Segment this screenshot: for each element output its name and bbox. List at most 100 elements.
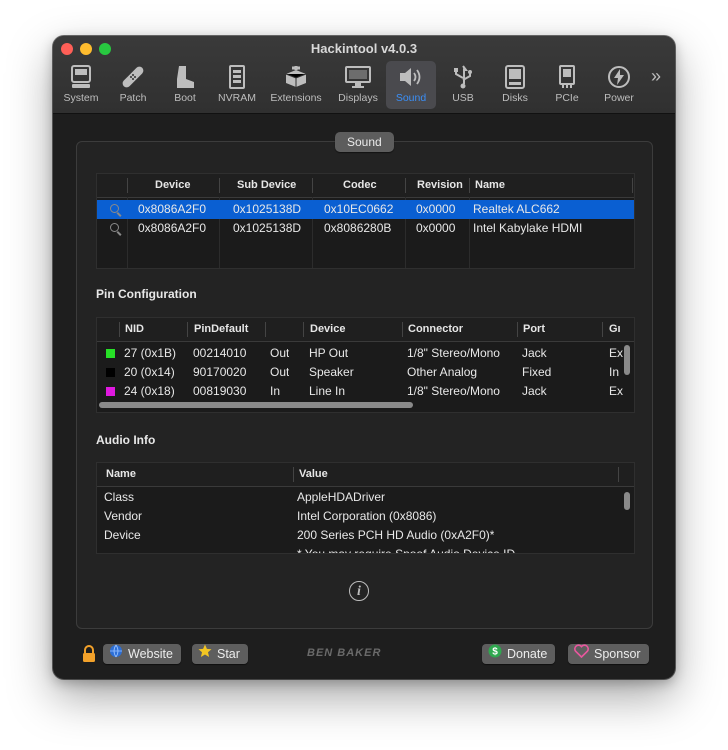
table-row[interactable]: Class AppleHDADriver [97,488,634,507]
magnifier-icon[interactable] [110,223,119,232]
devices-table[interactable]: Device Sub Device Codec Revision Name 0x… [96,173,635,269]
info-icon[interactable]: i [349,581,369,601]
column-header-name[interactable]: Name [475,174,505,197]
toolbar-overflow-button[interactable]: » [651,66,661,87]
column-header-revision[interactable]: Revision [417,174,463,197]
name-cell: Vendor [104,509,143,523]
sound-icon [396,63,426,91]
connector-cell: 1/8" Stereo/Mono [407,384,500,398]
device-cell: 0x8086A2F0 [138,221,207,235]
name-cell: Intel Kabylake HDMI [473,221,583,235]
toolbar-power[interactable]: Power [597,61,641,109]
pin-configuration-heading: Pin Configuration [96,287,197,301]
toolbar-label: Boot [174,92,196,104]
pindefault-cell: 00819030 [193,384,247,398]
website-button[interactable]: Website [103,644,181,664]
boot-icon [170,63,200,91]
nid-cell: 27 (0x1B) [124,346,177,360]
tab-sound[interactable]: Sound [335,132,394,152]
vertical-scrollbar[interactable] [624,492,630,510]
device-cell: 0x8086A2F0 [138,202,207,216]
color-swatch [106,387,115,396]
toolbar-label: Disks [502,92,528,104]
devices-table-header: Device Sub Device Codec Revision Name [97,174,634,198]
titlebar: Hackintool v4.0.3 System Patch Boot NVRA… [53,36,675,114]
horizontal-scrollbar[interactable] [99,402,413,408]
star-label: Star [217,647,240,661]
device-cell: Speaker [309,365,354,379]
nvram-icon [222,63,252,91]
codec-cell: 0x10EC0662 [324,202,394,216]
disks-icon [500,63,530,91]
nid-cell: 24 (0x18) [124,384,175,398]
table-row[interactable]: Device 200 Series PCH HD Audio (0xA2F0)* [97,526,634,545]
star-button[interactable]: Star [192,644,248,664]
sponsor-label: Sponsor [594,647,641,661]
main-window: Hackintool v4.0.3 System Patch Boot NVRA… [53,36,675,679]
vertical-scrollbar[interactable] [624,345,630,375]
svg-text:$: $ [492,647,498,658]
toolbar-sound[interactable]: Sound [386,61,436,109]
column-header-gu[interactable]: Gı [609,318,621,341]
toolbar-pcie[interactable]: PCIe [545,61,589,109]
globe-icon [109,644,123,664]
patch-icon [118,63,148,91]
direction-cell: In [270,384,281,398]
pin-table-header: NID PinDefault Device Connector Port Gı [97,318,634,342]
pin-configuration-table[interactable]: NID PinDefault Device Connector Port Gı … [96,317,635,413]
lock-icon[interactable] [82,645,96,668]
donate-button[interactable]: $ Donate [482,644,556,664]
column-header-nid[interactable]: NID [125,318,144,341]
website-label: Website [128,647,173,661]
heart-icon [574,644,589,664]
toolbar-displays[interactable]: Displays [333,61,383,109]
revision-cell: 0x0000 [416,221,456,235]
donate-label: Donate [507,647,548,661]
toolbar-label: Power [604,92,634,104]
value-cell: AppleHDADriver [297,490,386,504]
toolbar-disks[interactable]: Disks [493,61,537,109]
toolbar-patch[interactable]: Patch [111,61,155,109]
magnifier-icon[interactable] [110,204,119,213]
toolbar-nvram[interactable]: NVRAM [215,61,259,109]
table-row[interactable]: 0x8086A2F0 0x1025138D 0x10EC0662 0x0000 … [97,200,634,219]
table-row[interactable]: 20 (0x14) 90170020 Out Speaker Other Ana… [97,363,634,382]
toolbar-usb[interactable]: USB [441,61,485,109]
table-row[interactable]: 0x8086A2F0 0x1025138D 0x8086280B 0x0000 … [97,219,634,238]
column-header-value[interactable]: Value [299,463,328,486]
column-header-sub-device[interactable]: Sub Device [237,174,296,197]
sponsor-button[interactable]: Sponsor [568,644,649,664]
toolbar-label: Patch [119,92,147,104]
column-header-name[interactable]: Name [106,463,136,486]
displays-icon [343,63,373,91]
table-row[interactable]: 24 (0x18) 00819030 In Line In 1/8" Stere… [97,382,634,401]
name-cell: Realtek ALC662 [473,202,560,216]
column-header-pindefault[interactable]: PinDefault [194,318,248,341]
toolbar-label: PCIe [555,92,579,104]
column-header-device[interactable]: Device [310,318,345,341]
table-row[interactable]: * You may require Spoof Audio Device ID [97,545,634,554]
toolbar-boot[interactable]: Boot [163,61,207,109]
value-cell: * You may require Spoof Audio Device ID [297,547,516,554]
toolbar-label: System [63,92,99,104]
column-header-device[interactable]: Device [155,174,190,197]
table-row[interactable]: 27 (0x1B) 00214010 Out HP Out 1/8" Stere… [97,344,634,363]
color-swatch [106,368,115,377]
port-cell: Jack [522,346,547,360]
toolbar-label: USB [452,92,474,104]
star-icon [198,644,212,664]
sub-device-cell: 0x1025138D [233,221,302,235]
toolbar-system[interactable]: System [59,61,103,109]
power-icon [604,63,634,91]
toolbar-extensions[interactable]: Extensions [267,61,325,109]
table-row[interactable]: Vendor Intel Corporation (0x8086) [97,507,634,526]
audio-info-table[interactable]: Name Value Class AppleHDADriver Vendor I… [96,462,635,554]
column-header-port[interactable]: Port [523,318,545,341]
gu-cell: Ex [609,384,623,398]
column-header-connector[interactable]: Connector [408,318,463,341]
usb-icon [448,63,478,91]
system-icon [66,63,96,91]
column-header-codec[interactable]: Codec [343,174,377,197]
gu-cell: In [609,365,620,379]
name-cell: Device [104,528,141,542]
